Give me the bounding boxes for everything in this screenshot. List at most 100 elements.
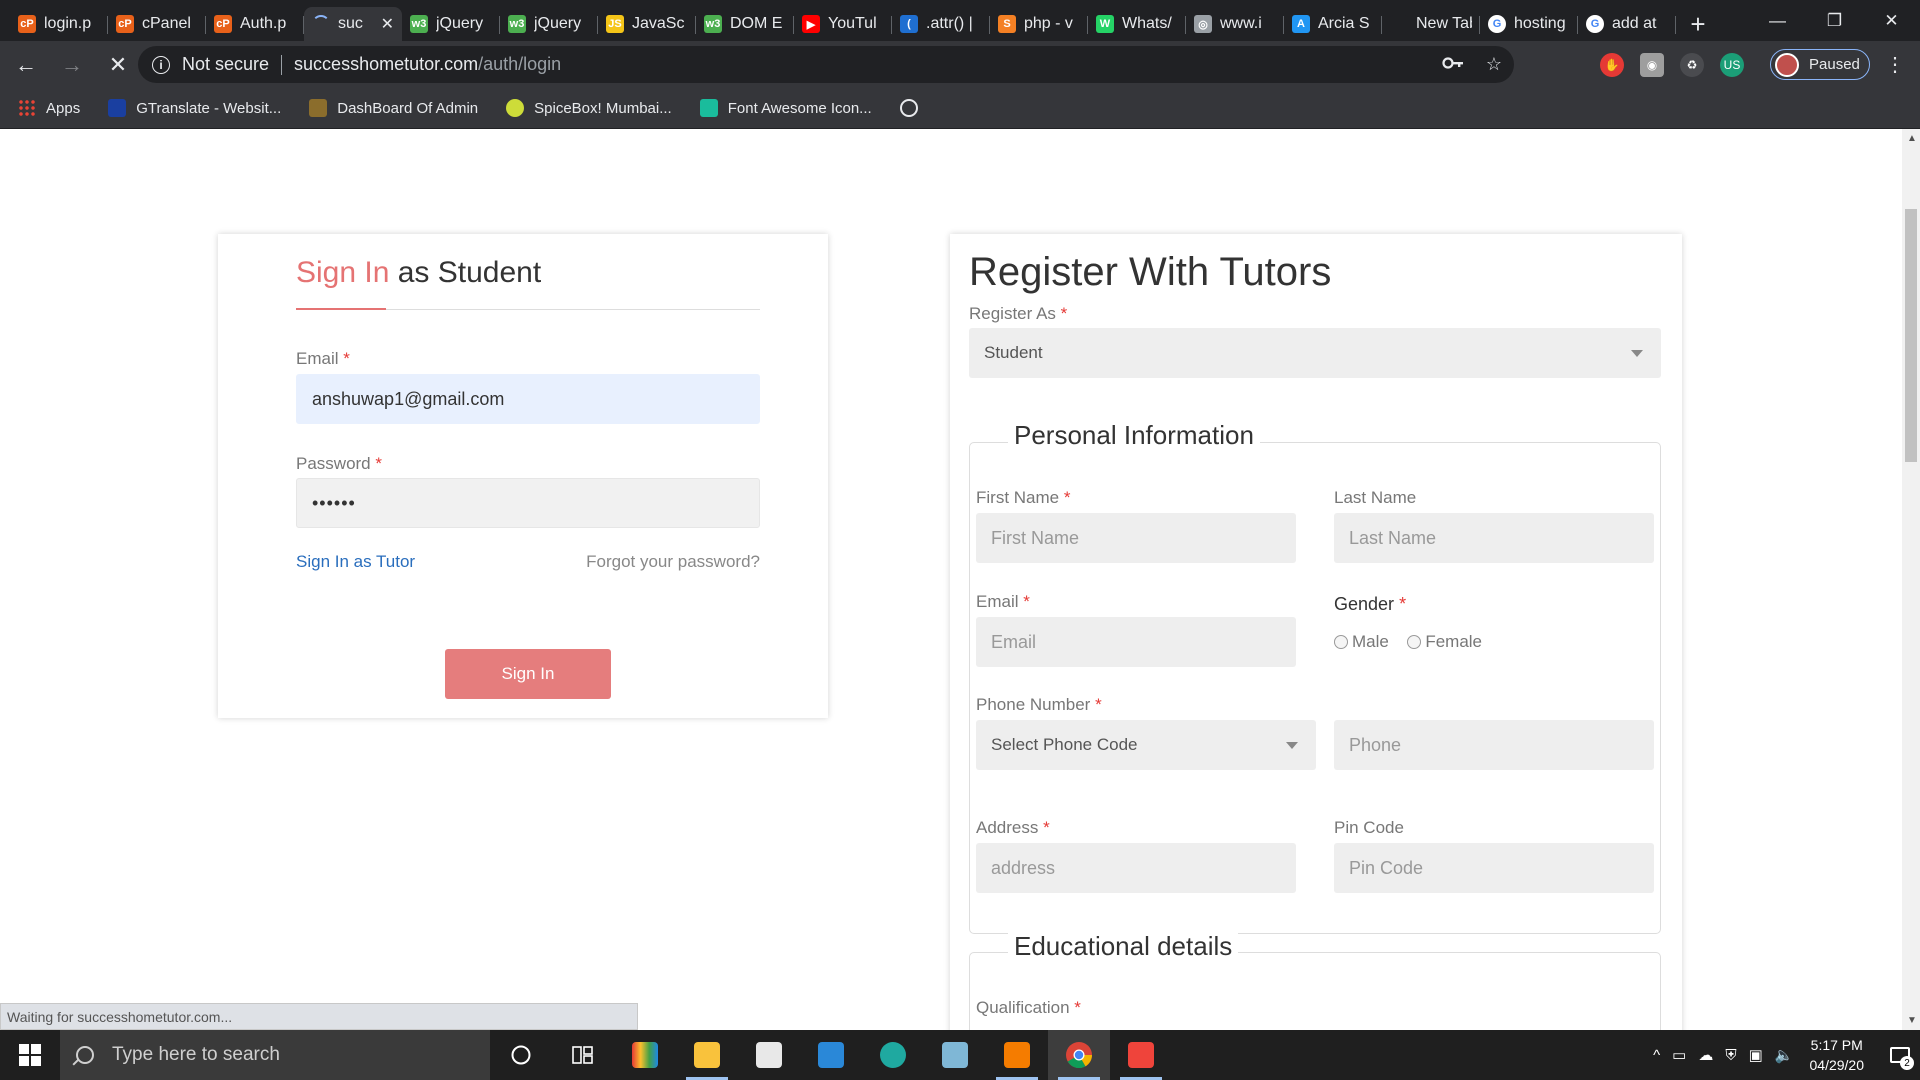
stop-loading-button[interactable]: ✕ (98, 45, 138, 85)
taskbar-search-box[interactable]: Type here to search (60, 1030, 490, 1080)
browser-tab[interactable]: w3 DOM E (696, 7, 794, 41)
address-separator (281, 54, 283, 75)
browser-tab[interactable]: A Arcia S (1284, 7, 1382, 41)
sign-in-as-tutor-link[interactable]: Sign In as Tutor (296, 552, 415, 572)
browser-tab[interactable]: ▶ YouTul (794, 7, 892, 41)
tab-favicon-icon: w3 (704, 15, 722, 33)
login-title-rest: as Student (397, 256, 542, 289)
address-input[interactable]: address (976, 843, 1296, 893)
browser-tab[interactable]: cP login.p (10, 7, 108, 41)
login-password-input[interactable]: •••••• (296, 478, 760, 528)
security-center-icon[interactable]: ⛨ (1725, 1047, 1736, 1064)
browser-tab[interactable]: W Whats/ (1088, 7, 1186, 41)
browser-menu-icon[interactable]: ⋮ (1880, 41, 1910, 88)
show-hidden-icons-icon[interactable]: ^ (1653, 1047, 1660, 1064)
browser-tab[interactable]: w3 jQuery (500, 7, 598, 41)
window-controls: — ❐ ✕ (1749, 0, 1920, 41)
register-as-select[interactable]: Student (969, 328, 1661, 378)
teams-app-icon[interactable] (614, 1030, 676, 1080)
browser-tab[interactable]: w3 jQuery (402, 7, 500, 41)
action-center-icon[interactable]: 2 (1880, 1030, 1920, 1080)
register-as-label: Register As * (969, 304, 1068, 323)
scrollbar-thumb[interactable] (1905, 209, 1917, 462)
browser-tab[interactable]: suc ✕ (304, 7, 402, 41)
login-title: Sign In as Student (296, 256, 541, 290)
file-explorer-icon[interactable] (676, 1030, 738, 1080)
profile-button[interactable]: Paused (1770, 49, 1870, 80)
task-view-icon[interactable] (552, 1030, 614, 1080)
notification-count-badge: 2 (1900, 1056, 1914, 1070)
url-path: /auth/login (478, 54, 562, 74)
onedrive-icon[interactable]: ☁ (1698, 1046, 1713, 1064)
browser-tab[interactable]: Sphp - v (990, 7, 1088, 41)
bookmark-item[interactable]: Font Awesome Icon... (699, 99, 872, 117)
address-bar[interactable]: i Not secure successhometutor.com/auth/l… (138, 46, 1514, 83)
bookmark-item[interactable]: DashBoard Of Admin (309, 99, 478, 117)
bookmark-label: GTranslate - Websit... (136, 99, 282, 117)
pin-code-input[interactable]: Pin Code (1334, 843, 1654, 893)
bookmark-item[interactable] (899, 99, 928, 117)
bookmark-item[interactable]: GTranslate - Websit... (108, 99, 281, 117)
phone-code-select[interactable]: Select Phone Code (976, 720, 1316, 770)
tab-favicon-icon: S (998, 15, 1016, 33)
tab-title: YouTul (828, 15, 877, 32)
browser-tab[interactable]: New Tab (1382, 7, 1480, 41)
forward-button[interactable]: → (52, 45, 92, 85)
phone-input[interactable]: Phone (1334, 720, 1654, 770)
bookmark-star-icon[interactable]: ☆ (1486, 54, 1502, 75)
bookmark-item[interactable]: Apps (18, 99, 80, 117)
tab-favicon-icon: w3 (410, 15, 428, 33)
browser-tab[interactable]: Gadd at (1578, 7, 1676, 41)
volume-icon[interactable]: 🔈 (1775, 1046, 1794, 1064)
adblock-extension-icon[interactable]: ✋ (1600, 52, 1624, 77)
browser-tab[interactable]: JS JavaSc (598, 7, 696, 41)
mail-icon[interactable] (800, 1030, 862, 1080)
register-title: Register With Tutors (969, 250, 1332, 294)
edge-browser-icon[interactable] (862, 1030, 924, 1080)
browser-tab[interactable]: cP Auth.p (206, 7, 304, 41)
forgot-password-link[interactable]: Forgot your password? (586, 552, 760, 572)
profile-status: Paused (1809, 56, 1860, 73)
cortana-icon[interactable] (490, 1030, 552, 1080)
tab-favicon-icon: W (1096, 15, 1114, 33)
taskbar-clock[interactable]: 5:17 PM 04/29/20 (1810, 1035, 1865, 1075)
restore-button[interactable]: ❐ (1806, 0, 1863, 41)
minimize-button[interactable]: — (1749, 0, 1806, 41)
chrome-taskbar-icon[interactable] (1048, 1030, 1110, 1080)
login-email-input[interactable]: anshuwap1@gmail.com (296, 374, 760, 424)
last-name-input[interactable]: Last Name (1334, 513, 1654, 563)
back-button[interactable]: ← (6, 45, 46, 85)
tab-title: Auth.p (240, 15, 287, 32)
bookmark-label: Font Awesome Icon... (727, 99, 872, 117)
anydesk-icon[interactable] (1110, 1030, 1172, 1080)
browser-tab[interactable]: Ghosting (1480, 7, 1578, 41)
login-email-label: Email * (296, 349, 350, 368)
notepad-icon[interactable] (924, 1030, 986, 1080)
browser-tab[interactable]: (.attr() | (892, 7, 990, 41)
start-button[interactable] (0, 1030, 60, 1080)
battery-icon[interactable]: ▭ (1672, 1046, 1686, 1064)
page-scrollbar[interactable]: ▲ ▼ (1902, 129, 1920, 1030)
camera-extension-icon[interactable]: ◉ (1640, 52, 1664, 77)
xampp-icon[interactable] (986, 1030, 1048, 1080)
new-tab-button[interactable]: + (1676, 7, 1720, 41)
gender-male-radio[interactable]: Male (1334, 632, 1389, 652)
bookmark-item[interactable]: SpiceBox! Mumbai... (506, 99, 672, 117)
browser-tab[interactable]: ◎ www.i (1186, 7, 1284, 41)
close-tab-icon[interactable]: ✕ (381, 14, 394, 34)
scroll-down-arrow-icon[interactable]: ▼ (1907, 1015, 1917, 1026)
first-name-input[interactable]: First Name (976, 513, 1296, 563)
site-info-icon[interactable]: i (152, 55, 170, 74)
browser-tab[interactable]: cP cPanel (108, 7, 206, 41)
recycle-extension-icon[interactable]: ♻ (1680, 52, 1704, 77)
key-icon[interactable] (1442, 54, 1464, 75)
register-email-input[interactable]: Email (976, 617, 1296, 667)
gender-female-radio[interactable]: Female (1407, 632, 1482, 652)
sign-in-button[interactable]: Sign In (445, 649, 611, 699)
network-icon[interactable]: ▣ (1749, 1046, 1763, 1064)
close-window-button[interactable]: ✕ (1863, 0, 1920, 41)
vpn-extension-icon[interactable]: US (1720, 52, 1744, 77)
scroll-up-arrow-icon[interactable]: ▲ (1907, 133, 1917, 144)
tab-favicon-icon: JS (606, 15, 624, 33)
microsoft-store-icon[interactable] (738, 1030, 800, 1080)
